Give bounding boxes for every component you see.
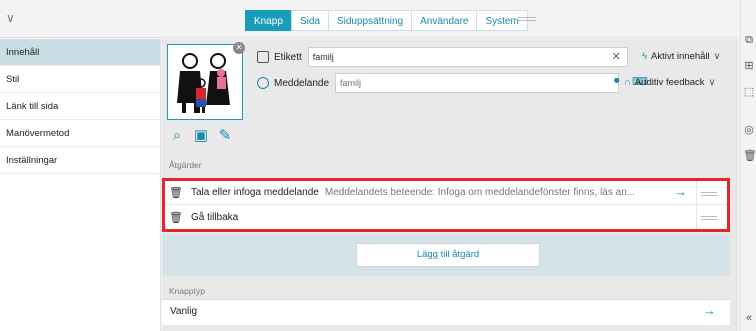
drag-handle-icon[interactable] (518, 17, 536, 18)
action-title: Tala eller infoga meddelande (191, 187, 319, 198)
action-description: Meddelandets beteende: Infoga om meddela… (324, 187, 636, 198)
collapse-left-icon[interactable]: « (743, 312, 755, 324)
clear-icon[interactable]: ✕ (612, 48, 621, 66)
sidebar-item-lank-till-sida[interactable]: Länk till sida (0, 93, 160, 120)
button-image[interactable]: ✕ (167, 42, 245, 120)
chevron-double-down-icon: ∨ (708, 77, 716, 88)
label-input-value: familj (312, 52, 334, 62)
add-action-button[interactable]: Lägg till åtgärd (356, 243, 540, 267)
microphone-icon[interactable]: ⏺ (614, 75, 620, 88)
divider (696, 205, 697, 229)
action-title: Gå tillbaka (191, 211, 239, 223)
arrow-right-icon[interactable]: → (703, 303, 716, 318)
family-pictogram (177, 53, 230, 113)
button-type-section-label: Knapptyp (169, 286, 205, 296)
auditory-feedback-label: Auditiv feedback (634, 77, 705, 88)
sidebar-item-stil[interactable]: Stil (0, 66, 160, 93)
tab-knapp[interactable]: Knapp (245, 10, 292, 31)
add-action-strip: Lägg till åtgärd (162, 234, 730, 276)
tab-siduppsattning[interactable]: Siduppsättning (327, 10, 413, 31)
tab-bar: Knapp Sida Siduppsättning Användare Syst… (245, 10, 528, 31)
actions-section-label: Åtgärder (169, 160, 202, 170)
auditory-feedback-label-row[interactable]: ∩ Auditiv feedback ∨ (624, 73, 716, 93)
trash-icon[interactable]: 🗑 (743, 150, 756, 162)
active-content-dropdown[interactable]: ϟ Aktivt innehåll ∨ (642, 47, 721, 67)
button-type-value: Vanlig (170, 306, 198, 317)
divider (696, 181, 697, 205)
drag-handle-icon[interactable] (701, 216, 717, 217)
edit-icon[interactable]: ✎ (216, 127, 234, 145)
camera-icon[interactable]: ▣ (192, 127, 210, 145)
active-content-label: Aktivt innehåll (651, 51, 710, 62)
select-icon[interactable]: ⬚ (743, 86, 755, 98)
label-input[interactable]: familj ✕ (307, 47, 628, 67)
action-row[interactable]: 🗑 Tala eller infoga meddelande Meddeland… (165, 181, 727, 205)
action-row[interactable]: 🗑 Gå tillbaka (165, 205, 727, 229)
sidebar-item-manovermetod[interactable]: Manövermetod (0, 120, 160, 147)
tab-anvandare[interactable]: Användare (411, 10, 478, 31)
label-icon (257, 51, 269, 63)
drag-handle-icon[interactable] (701, 192, 717, 193)
headphones-icon: ∩ (624, 77, 631, 88)
sidebar-item-innehall[interactable]: Innehåll (0, 39, 160, 66)
lightning-icon: ϟ (642, 51, 648, 62)
label-field-name: Etikett (274, 51, 302, 63)
arrow-right-icon[interactable]: → (674, 184, 687, 199)
message-row: Meddelande familj (257, 72, 620, 94)
main-panel: ✕ ⌕ ▣ ✎ Etikett familj ✕ ϟ Aktivt innehål… (162, 39, 738, 331)
chevron-double-down-icon[interactable]: ∨ (6, 11, 20, 25)
tab-sida[interactable]: Sida (290, 10, 329, 31)
speech-bubble-icon (257, 77, 269, 89)
message-input-placeholder: familj (340, 78, 362, 88)
message-field-name: Meddelande (274, 77, 330, 89)
tab-system[interactable]: System (476, 10, 528, 31)
hide-icon[interactable]: ◎ (743, 124, 755, 136)
message-input[interactable]: familj (335, 73, 620, 93)
top-toolbar: ∨ Knapp Sida Siduppsättning Användare Sy… (0, 0, 740, 38)
search-icon[interactable]: ⌕ (168, 127, 186, 145)
trash-icon[interactable]: 🗑 (165, 211, 187, 224)
trash-icon[interactable]: 🗑 (165, 186, 187, 199)
right-rail: ⧉ ⊞ ⬚ ◎ 🗑 « (740, 0, 756, 331)
sidebar: Innehåll Stil Länk till sida Manövermeto… (0, 39, 161, 331)
label-row: Etikett familj ✕ (257, 46, 628, 68)
actions-list: 🗑 Tala eller infoga meddelande Meddeland… (162, 178, 730, 232)
remove-image-icon[interactable]: ✕ (233, 42, 245, 54)
sidebar-item-installningar[interactable]: Inställningar (0, 147, 160, 174)
button-type-selector[interactable]: Vanlig → (162, 299, 730, 325)
chevron-down-icon: ∨ (713, 51, 721, 62)
grid-icon[interactable]: ⊞ (743, 60, 755, 72)
image-tools: ⌕ ▣ ✎ (168, 127, 234, 145)
copy-icon[interactable]: ⧉ (743, 34, 755, 46)
